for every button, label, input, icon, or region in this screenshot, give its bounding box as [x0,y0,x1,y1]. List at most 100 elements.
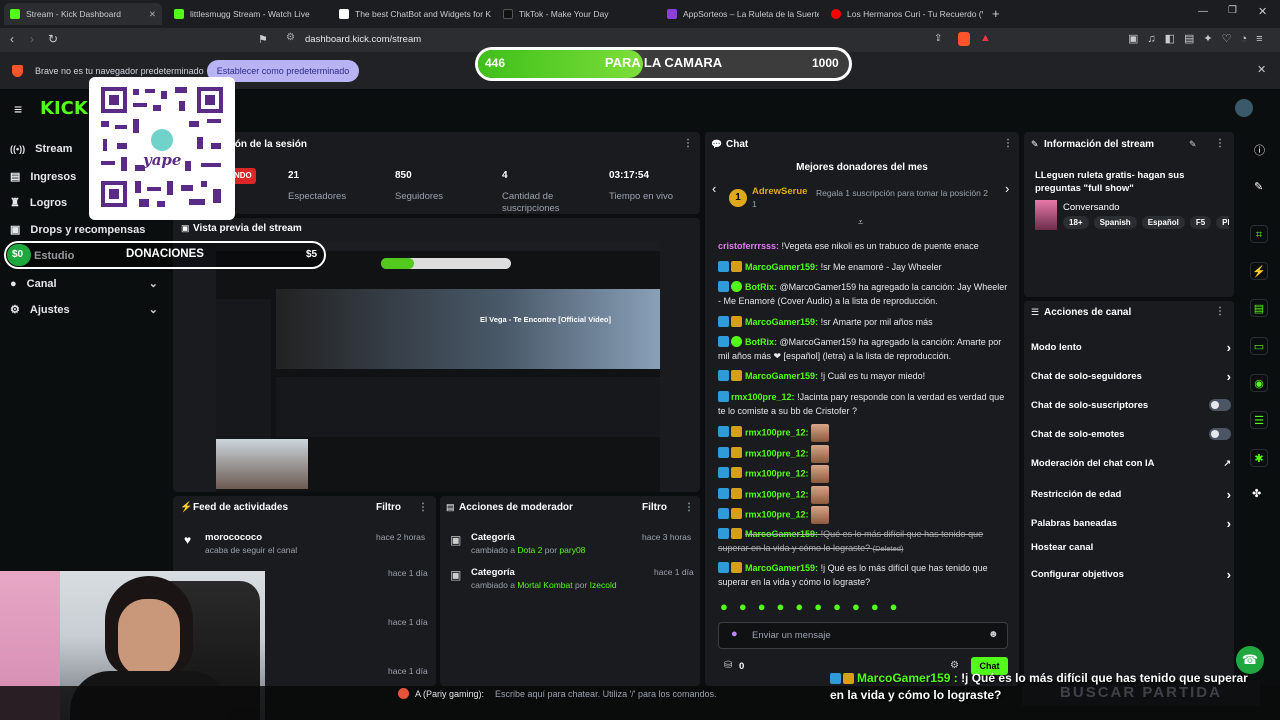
donor-name[interactable]: AdrewSerue [752,186,807,197]
mod-row-user[interactable]: pary08 [559,545,585,555]
mod-row-user[interactable]: Izecold [590,580,617,590]
ffz-chat-placeholder[interactable]: Escribe aquí para chatear. Utiliza '/' p… [495,689,717,699]
microphone-icon[interactable]: ● [731,628,738,640]
toggle-switch[interactable] [1209,399,1231,411]
pencil-icon[interactable]: ✎ [1254,180,1263,193]
chat-message: rmx100pre_12: [718,465,1008,483]
avatar[interactable] [1235,99,1253,117]
mod-filter-button[interactable]: Filtro [642,502,667,513]
broadcast-icon[interactable]: ◉ [1250,374,1268,392]
more-options-icon[interactable]: ⋮ [683,138,693,149]
chat-username[interactable]: rmx100pre_12: [745,448,809,458]
browser-tab-appsorteos[interactable]: AppSorteos – La Ruleta de la Suerte [661,3,819,25]
bolt-icon[interactable]: ⚡ [1250,262,1268,280]
tag-chip[interactable]: Español [1141,216,1185,229]
document-icon[interactable]: ▤ [1250,299,1268,317]
forward-icon[interactable]: › [30,32,34,46]
browser-tab-youtube[interactable]: Los Hermanos Curi - Tu Recuerdo (V [825,3,983,25]
maximize-icon[interactable]: ❐ [1228,5,1237,16]
url-field[interactable]: dashboard.kick.com/stream [305,34,421,45]
chat-username[interactable]: rmx100pre_12: [745,468,809,478]
action-emotes-only[interactable]: Chat de solo-emotes [1031,428,1231,440]
chat-username[interactable]: MarcoGamer159: [745,317,818,327]
more-options-icon[interactable]: ⋮ [1215,138,1225,149]
collapse-icon[interactable]: ⩡ [858,217,863,228]
emoji-icon[interactable]: ☻ [988,629,999,640]
info-icon[interactable]: ⓘ [1254,142,1265,158]
sidebar-item-logros[interactable]: ♜ Logros [10,196,67,210]
stat-label: Seguidores [395,191,444,202]
browser-tab-botrix[interactable]: The best ChatBot and Widgets for Ki [333,3,491,25]
sidebar-item-canal[interactable]: ● Canal ⌄ [10,277,158,291]
more-options-icon[interactable]: ⋮ [1215,306,1225,317]
chat-username[interactable]: rmx100pre_12: [745,427,809,437]
tag-chip[interactable]: 18+ [1063,216,1089,229]
crown-badge-icon [731,508,742,520]
action-host-channel[interactable]: Hostear canal [1031,542,1231,553]
chat-username[interactable]: cristoferrrsss: [718,241,779,251]
sidebar-item-stream[interactable]: ((•)) Stream [10,143,72,155]
chat-username[interactable]: MarcoGamer159: [745,529,818,539]
preview-table [276,377,660,437]
brave-shield-icon[interactable] [958,32,970,46]
action-subs-only[interactable]: Chat de solo-suscriptores [1031,399,1231,411]
bookmark-icon[interactable]: ⚑ [258,33,268,46]
more-options-icon[interactable]: ⋮ [418,502,428,513]
more-options-icon[interactable]: ⋮ [1003,138,1013,149]
tag-chip[interactable]: Pl [1216,216,1229,229]
action-configure-goals[interactable]: Configurar objetivos › [1031,567,1231,582]
close-window-icon[interactable]: ✕ [1258,5,1267,18]
stream-preview-video[interactable]: El Vega - Te Encontre [Official Video] [216,241,660,492]
toggle-switch[interactable] [1209,428,1231,440]
shapes-icon[interactable]: ✤ [1252,487,1261,500]
chat-username[interactable]: MarcoGamer159: [745,371,818,381]
chat-username[interactable]: BotRix: [745,282,777,292]
mod-row-value[interactable]: Mortal Kombat [517,580,572,590]
close-tab-icon[interactable]: ✕ [149,9,156,20]
tag-chip[interactable]: Spanish [1093,216,1137,229]
back-icon[interactable]: ‹ [10,32,14,46]
support-headset-icon[interactable]: ☎ [1236,646,1264,674]
action-ai-moderation[interactable]: Moderación del chat con IA ↗ [1031,458,1231,469]
browser-tab-tiktok[interactable]: TikTok - Make Your Day [497,3,655,25]
chat-username[interactable]: MarcoGamer159: [745,563,818,573]
feed-user[interactable]: morocococo [205,532,262,543]
chat-username[interactable]: rmx100pre_12: [745,509,809,519]
chevron-left-icon[interactable]: ‹ [712,181,716,196]
category-name[interactable]: Conversando [1063,202,1120,213]
sidebar-item-ingresos[interactable]: ▤ Ingresos [10,170,76,184]
browser-tab-stream[interactable]: Stream - Kick Dashboard ✕ [4,3,162,25]
action-followers-only[interactable]: Chat de solo-seguidores › [1031,369,1231,384]
brave-rewards-icon[interactable]: ▲ [980,32,991,44]
chat-username[interactable]: rmx100pre_12: [745,489,809,499]
close-infobar-icon[interactable]: ✕ [1257,63,1266,76]
action-age-restriction[interactable]: Restricción de edad › [1031,487,1231,502]
share-icon[interactable]: ⇪ [934,33,942,44]
sidebar-item-drops[interactable]: ▣ Drops y recompensas [10,223,145,237]
emote-quick-bar[interactable]: ●●●●●●●●●● [720,599,909,614]
browser-tab-littlesmugg[interactable]: littlesmugg Stream - Watch Live [168,3,326,25]
chevron-right-icon[interactable]: › [1005,181,1009,196]
kick-logo[interactable]: KICK [40,98,88,119]
new-tab-icon[interactable]: + [992,6,1000,21]
action-slow-mode[interactable]: Modo lento › [1031,340,1231,355]
chat-username[interactable]: BotRix: [745,337,777,347]
chat-bubble-icon[interactable]: ▭ [1250,337,1268,355]
pencil-icon[interactable]: ✎ [1189,139,1197,150]
feed-filter-button[interactable]: Filtro [376,502,401,513]
site-info-icon[interactable]: ⚙ [286,32,295,43]
layout-icon[interactable]: ☰ [1250,411,1268,429]
toolbar-icons[interactable]: ▣♫◧▤✦♡◔≡ [1128,32,1272,45]
menu-icon[interactable]: ≡ [14,101,22,117]
mod-row-value[interactable]: Dota 2 [517,545,542,555]
reload-icon[interactable]: ↻ [48,32,58,46]
chat-username[interactable]: rmx100pre_12: [731,392,795,402]
more-options-icon[interactable]: ⋮ [684,502,694,513]
minimize-icon[interactable]: — [1198,6,1208,17]
action-banned-words[interactable]: Palabras baneadas › [1031,516,1231,531]
tag-chip[interactable]: F5 [1189,216,1212,229]
chat-username[interactable]: MarcoGamer159: [745,262,818,272]
wrench-icon[interactable]: ✱ [1250,449,1268,467]
crop-icon[interactable]: ⌗ [1250,225,1268,243]
sidebar-item-ajustes[interactable]: ⚙ Ajustes ⌄ [10,303,158,317]
